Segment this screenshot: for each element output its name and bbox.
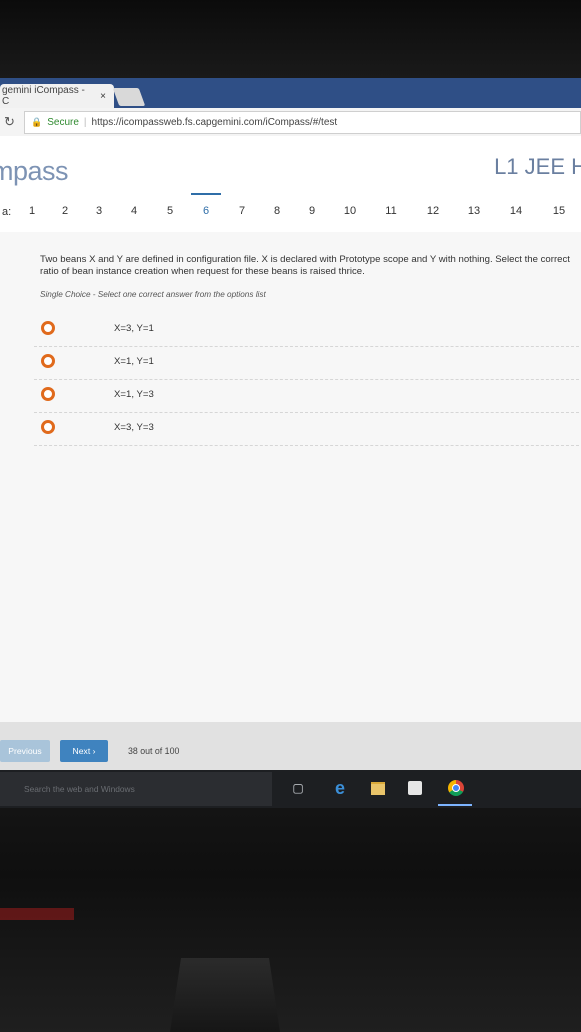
question-navigator: a: 1 2 3 4 5 6 7 8 9 10 11 12 13 14 15 bbox=[0, 193, 581, 233]
address-bar[interactable]: 🔒 Secure | https://icompassweb.fs.capgem… bbox=[24, 111, 581, 134]
radio-button[interactable] bbox=[41, 321, 55, 335]
previous-button[interactable]: Previous bbox=[0, 740, 50, 762]
question-number-6[interactable]: 6 bbox=[191, 193, 221, 217]
red-light-reflection bbox=[0, 908, 74, 920]
answer-option-1[interactable]: X=3, Y=1 bbox=[34, 313, 579, 347]
question-number-3[interactable]: 3 bbox=[88, 205, 110, 217]
address-separator: | bbox=[83, 117, 87, 128]
screen: gemini iCompass - C × ↻ 🔒 Secure | https… bbox=[0, 78, 581, 808]
question-number-4[interactable]: 4 bbox=[123, 205, 145, 217]
chrome-icon[interactable] bbox=[446, 778, 466, 798]
monitor-stand bbox=[170, 958, 280, 1032]
question-number-1[interactable]: 1 bbox=[21, 205, 43, 217]
page-header: mpass L1 JEE H bbox=[0, 136, 581, 196]
task-view-icon[interactable]: ▢ bbox=[288, 778, 308, 798]
active-app-indicator bbox=[438, 804, 472, 806]
option-label: X=3, Y=1 bbox=[114, 323, 154, 334]
radio-button[interactable] bbox=[41, 420, 55, 434]
app-logo: mpass bbox=[0, 156, 69, 186]
question-number-7[interactable]: 7 bbox=[231, 205, 253, 217]
radio-button[interactable] bbox=[41, 354, 55, 368]
browser-toolbar: ↻ 🔒 Secure | https://icompassweb.fs.capg… bbox=[0, 108, 581, 137]
tab-close-icon[interactable]: × bbox=[100, 91, 106, 102]
question-number-10[interactable]: 10 bbox=[339, 205, 361, 217]
secure-label: Secure bbox=[47, 117, 79, 128]
question-number-9[interactable]: 9 bbox=[301, 205, 323, 217]
monitor-bezel-top bbox=[0, 0, 581, 78]
option-label: X=3, Y=3 bbox=[114, 422, 154, 433]
radio-button[interactable] bbox=[41, 387, 55, 401]
test-title: L1 JEE H bbox=[494, 154, 581, 179]
lock-icon: 🔒 bbox=[31, 117, 43, 127]
question-nav-lead: a: bbox=[2, 206, 12, 218]
windows-taskbar: Search the web and Windows ▢ e bbox=[0, 770, 581, 808]
question-number-8[interactable]: 8 bbox=[266, 205, 288, 217]
answer-option-4[interactable]: X=3, Y=3 bbox=[34, 412, 579, 446]
file-explorer-icon[interactable] bbox=[368, 778, 388, 798]
browser-tab-strip: gemini iCompass - C × bbox=[0, 78, 581, 108]
url-text: https://icompassweb.fs.capgemini.com/iCo… bbox=[91, 117, 338, 128]
browser-tab[interactable]: gemini iCompass - C × bbox=[0, 84, 114, 108]
answer-option-3[interactable]: X=1, Y=3 bbox=[34, 379, 579, 413]
question-number-13[interactable]: 13 bbox=[463, 205, 485, 217]
option-label: X=1, Y=3 bbox=[114, 389, 154, 400]
tab-title: gemini iCompass - C bbox=[2, 85, 85, 107]
edge-icon[interactable]: e bbox=[330, 778, 350, 798]
question-progress: 38 out of 100 bbox=[128, 746, 180, 756]
question-number-15[interactable]: 15 bbox=[548, 205, 570, 217]
option-label: X=1, Y=1 bbox=[114, 356, 154, 367]
taskbar-search[interactable]: Search the web and Windows bbox=[0, 772, 272, 806]
next-button[interactable]: Next › bbox=[60, 740, 108, 762]
question-footer: Previous Next › 38 out of 100 bbox=[0, 722, 581, 770]
store-icon[interactable] bbox=[405, 778, 425, 798]
question-number-11[interactable]: 11 bbox=[380, 205, 402, 217]
question-number-2[interactable]: 2 bbox=[54, 205, 76, 217]
question-hint: Single Choice - Select one correct answe… bbox=[40, 290, 266, 299]
question-number-5[interactable]: 5 bbox=[159, 205, 181, 217]
answer-option-2[interactable]: X=1, Y=1 bbox=[34, 346, 579, 380]
question-number-14[interactable]: 14 bbox=[505, 205, 527, 217]
new-tab-button[interactable] bbox=[112, 88, 146, 106]
monitor-bezel-bottom bbox=[0, 808, 581, 1032]
question-text: Two beans X and Y are defined in configu… bbox=[40, 254, 570, 277]
question-panel: Two beans X and Y are defined in configu… bbox=[0, 232, 581, 722]
question-number-12[interactable]: 12 bbox=[422, 205, 444, 217]
reload-icon[interactable]: ↻ bbox=[4, 114, 15, 130]
